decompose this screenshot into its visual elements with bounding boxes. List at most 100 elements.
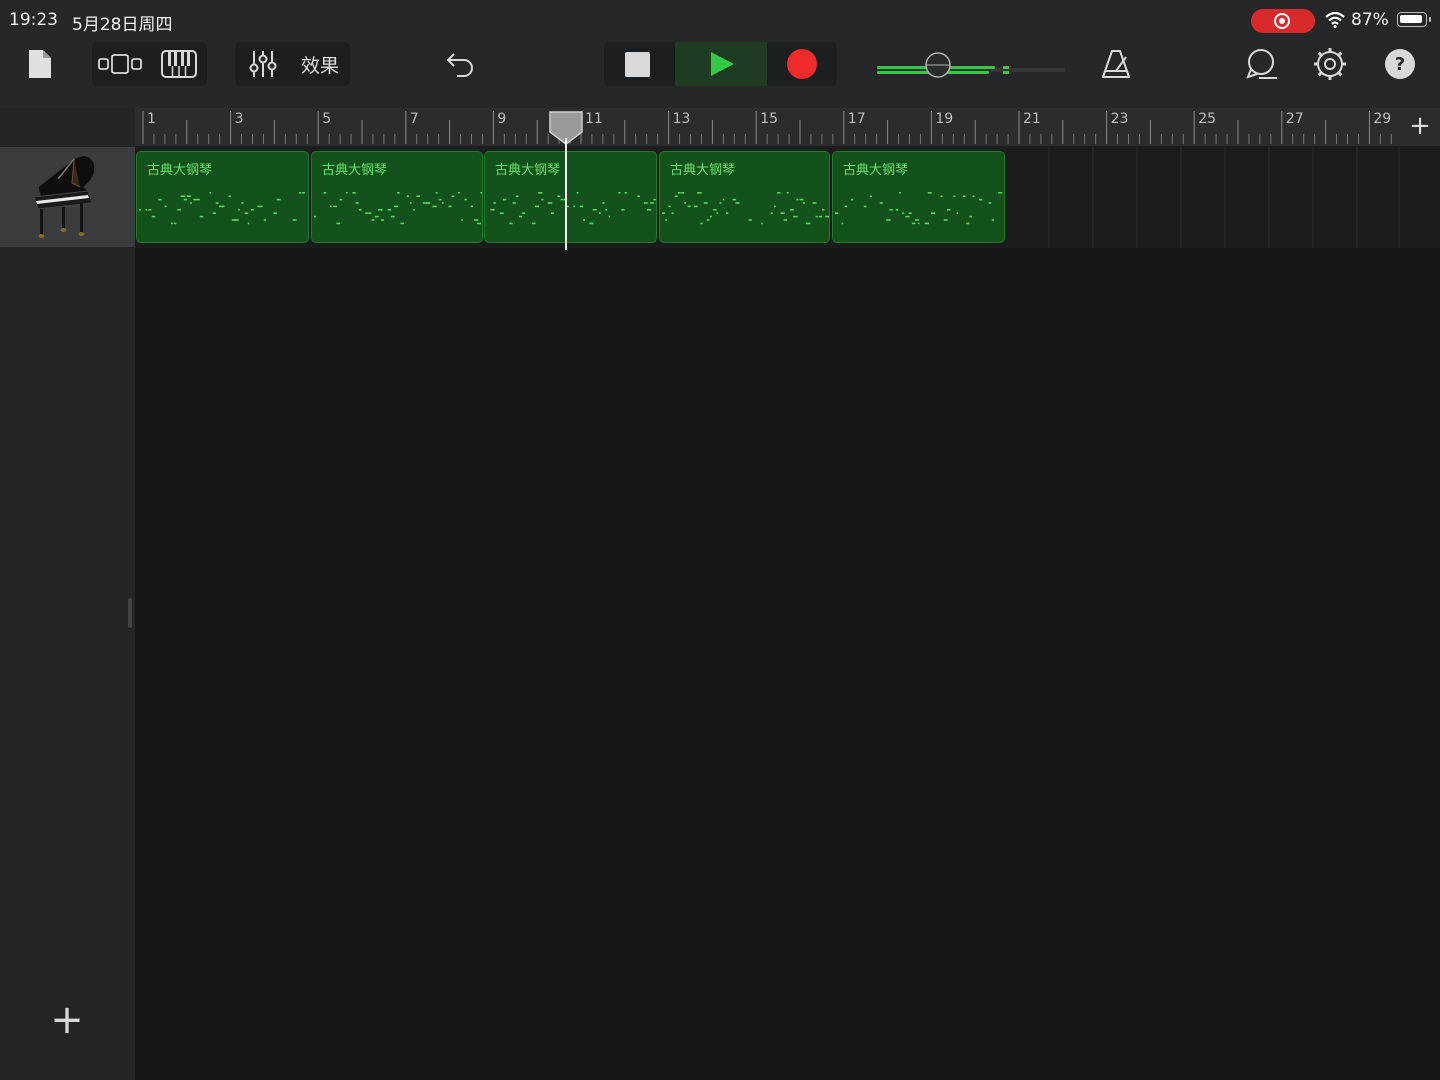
midi-note bbox=[722, 198, 725, 201]
midi-note bbox=[531, 222, 536, 225]
midi-note bbox=[777, 192, 781, 194]
midi-note bbox=[263, 219, 267, 221]
midi-note bbox=[493, 202, 496, 204]
midi-note bbox=[416, 195, 420, 197]
add-track-button[interactable]: + bbox=[47, 1000, 87, 1040]
midi-note bbox=[241, 202, 244, 204]
midi-note bbox=[180, 195, 186, 197]
midi-note bbox=[818, 215, 822, 218]
midi-note bbox=[260, 205, 263, 208]
keyboard-view-button[interactable] bbox=[154, 44, 204, 84]
midi-note bbox=[368, 212, 372, 214]
resize-handle[interactable] bbox=[128, 598, 132, 628]
record-icon bbox=[787, 49, 817, 79]
midi-note bbox=[352, 192, 356, 194]
midi-note bbox=[171, 222, 173, 225]
midi-note bbox=[966, 222, 970, 225]
midi-note bbox=[477, 222, 482, 225]
midi-note bbox=[647, 209, 652, 211]
screen-recording-icon[interactable] bbox=[1251, 9, 1315, 33]
midi-note bbox=[621, 209, 625, 211]
add-section-button[interactable]: + bbox=[1405, 111, 1435, 141]
midi-note bbox=[653, 198, 656, 201]
svg-text:?: ? bbox=[1395, 54, 1405, 75]
midi-note bbox=[979, 198, 983, 201]
midi-note bbox=[323, 192, 327, 194]
loop-browser-button[interactable] bbox=[1240, 46, 1284, 82]
volume-slider-track bbox=[877, 66, 1065, 74]
midi-note bbox=[602, 202, 605, 204]
master-volume-slider[interactable] bbox=[877, 60, 1065, 74]
midi-note bbox=[535, 205, 540, 208]
my-songs-button[interactable] bbox=[22, 46, 58, 82]
volume-knob[interactable] bbox=[923, 50, 953, 80]
midi-note bbox=[576, 192, 579, 194]
midi-note bbox=[726, 212, 729, 214]
track-header-piano[interactable] bbox=[0, 147, 135, 247]
midi-note bbox=[671, 212, 674, 214]
midi-note bbox=[783, 219, 788, 221]
stop-icon bbox=[625, 52, 650, 77]
midi-note bbox=[139, 209, 141, 211]
undo-button[interactable] bbox=[438, 46, 482, 82]
midi-note bbox=[164, 205, 167, 208]
midi-note bbox=[522, 212, 525, 214]
midi-note bbox=[499, 212, 504, 214]
midi-note bbox=[947, 209, 951, 211]
midi-region[interactable]: 古典大钢琴 bbox=[484, 151, 657, 243]
midi-note bbox=[879, 202, 883, 204]
midi-note bbox=[643, 202, 648, 204]
midi-note bbox=[624, 192, 628, 194]
midi-note bbox=[793, 215, 798, 218]
midi-note bbox=[774, 205, 776, 208]
help-button[interactable]: ? bbox=[1378, 46, 1422, 82]
midi-note bbox=[541, 198, 544, 201]
midi-note bbox=[694, 205, 698, 208]
midi-note bbox=[151, 215, 156, 218]
undo-icon bbox=[446, 53, 473, 77]
record-button[interactable] bbox=[767, 42, 837, 86]
midi-note bbox=[573, 205, 575, 208]
midi-note bbox=[276, 198, 281, 201]
track-controls-button[interactable] bbox=[240, 44, 286, 84]
settings-button[interactable] bbox=[1308, 46, 1352, 82]
midi-note bbox=[988, 202, 992, 204]
midi-region[interactable]: 古典大钢琴 bbox=[832, 151, 1005, 243]
midi-note bbox=[905, 215, 910, 218]
midi-note bbox=[438, 198, 442, 201]
midi-note bbox=[716, 212, 719, 214]
midi-note bbox=[618, 192, 621, 194]
play-button[interactable] bbox=[675, 42, 767, 86]
midi-note bbox=[196, 198, 200, 201]
midi-region[interactable]: 古典大钢琴 bbox=[659, 151, 830, 243]
midi-note bbox=[515, 195, 519, 197]
midi-region[interactable]: 古典大钢琴 bbox=[311, 151, 483, 243]
midi-note bbox=[333, 205, 337, 208]
midi-note bbox=[790, 209, 794, 211]
midi-note bbox=[512, 202, 516, 204]
tracks-view-button[interactable] bbox=[94, 44, 146, 84]
midi-region[interactable]: 古典大钢琴 bbox=[136, 151, 309, 243]
midi-note bbox=[703, 202, 708, 204]
midi-note bbox=[969, 215, 972, 218]
ruler-bar-number: 19 bbox=[935, 111, 954, 127]
tracks-view-icon bbox=[98, 54, 142, 74]
midi-note bbox=[786, 192, 789, 194]
ruler-bar-number: 3 bbox=[234, 111, 244, 127]
metronome-button[interactable] bbox=[1094, 46, 1138, 82]
effects-button[interactable]: 效果 bbox=[292, 44, 348, 84]
midi-note bbox=[235, 219, 239, 221]
stop-button[interactable] bbox=[604, 42, 674, 86]
timeline-ruler[interactable]: 1 3 5 7 9 11 13 15 17 19 21 23 25 27 29 + bbox=[135, 108, 1440, 147]
midi-note bbox=[710, 215, 712, 218]
midi-note bbox=[244, 212, 249, 214]
midi-note bbox=[292, 219, 297, 221]
playhead[interactable] bbox=[565, 138, 567, 250]
midi-note bbox=[924, 222, 930, 225]
mixer-sliders-icon bbox=[249, 51, 277, 77]
midi-note bbox=[228, 195, 231, 197]
midi-note bbox=[458, 192, 460, 194]
midi-note bbox=[503, 198, 507, 201]
midi-note bbox=[413, 209, 415, 211]
track-header-column bbox=[0, 108, 135, 1080]
